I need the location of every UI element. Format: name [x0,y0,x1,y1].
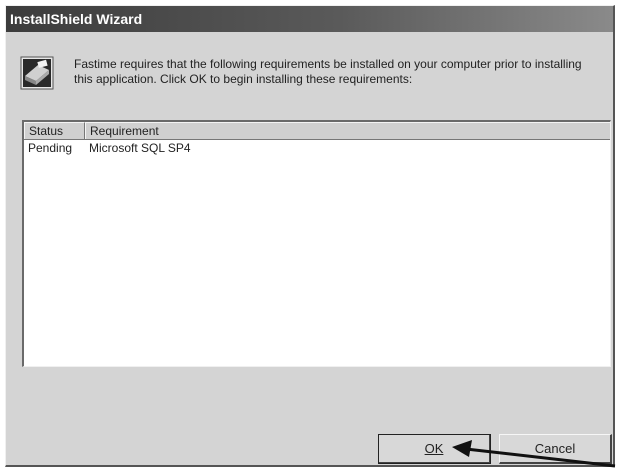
column-header-requirement[interactable]: Requirement [85,122,610,139]
ok-button-label: OK [424,440,444,456]
installer-icon [20,56,54,90]
requirement-status: Pending [28,141,73,155]
cancel-button[interactable]: Cancel [499,434,612,464]
window-title: InstallShield Wizard [6,6,613,32]
requirements-list[interactable]: Status Requirement Pending Microsoft SQL… [22,120,611,367]
requirements-message: Fastime requires that the following requ… [74,57,582,86]
ok-button[interactable]: OK [378,434,491,464]
column-header-status[interactable]: Status [24,122,85,139]
list-header: Status Requirement [24,122,610,140]
list-item[interactable]: Pending Microsoft SQL SP4 [24,140,610,156]
requirement-name: Microsoft SQL SP4 [89,141,191,155]
list-body: Pending Microsoft SQL SP4 [24,140,610,156]
installshield-wizard-window: InstallShield Wizard Fastime requires th… [5,5,615,467]
